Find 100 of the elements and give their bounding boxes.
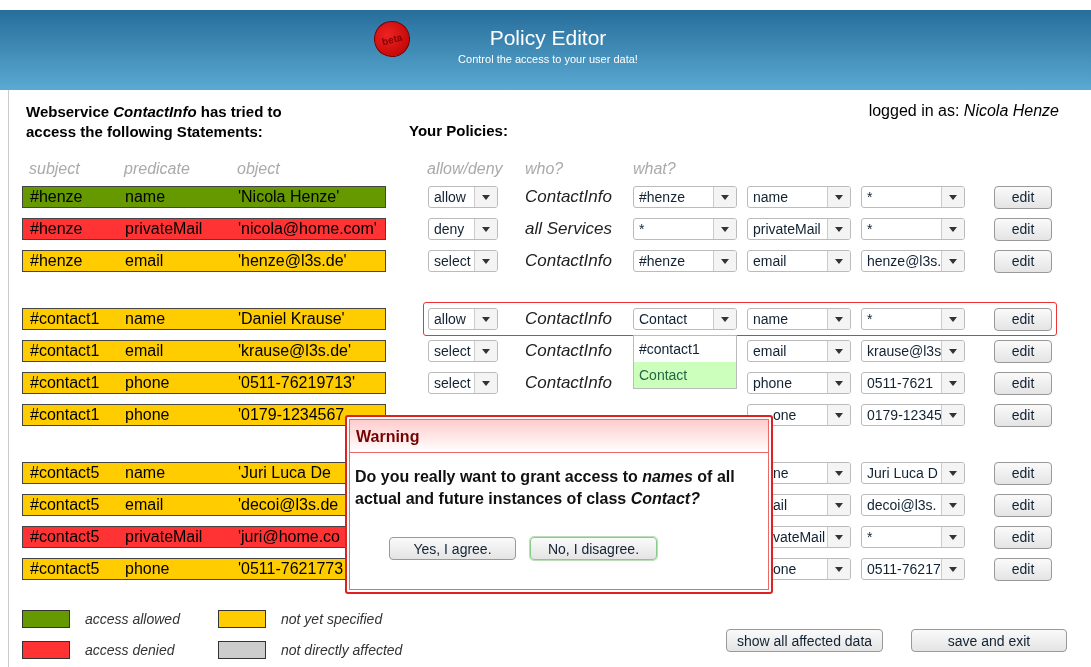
- legend-label: access denied: [85, 641, 175, 658]
- statement-object: 'Juri Luca De: [238, 464, 331, 482]
- dialog-button[interactable]: No, I disagree.: [530, 537, 657, 560]
- legend-label: not directly affected: [281, 641, 403, 658]
- statement-object: '0511-76219713': [238, 374, 356, 392]
- dropdown-option[interactable]: #contact1: [634, 336, 736, 362]
- edit-button[interactable]: edit: [994, 493, 1052, 517]
- object-dropdown[interactable]: *: [861, 186, 965, 208]
- dialog-button[interactable]: Yes, I agree.: [389, 537, 516, 560]
- edit-button[interactable]: edit: [994, 461, 1052, 485]
- caret-icon: [482, 226, 490, 232]
- caret-icon: [721, 258, 729, 264]
- legend-label: access allowed: [85, 610, 180, 627]
- edit-button[interactable]: edit: [994, 185, 1052, 209]
- object-dropdown[interactable]: henze@l3s.: [861, 250, 965, 272]
- dialog-title: Warning: [350, 420, 768, 453]
- object-dropdown[interactable]: *: [861, 218, 965, 240]
- permission-dropdown[interactable]: select: [428, 340, 498, 362]
- column-header: allow/deny: [427, 160, 504, 178]
- caret-icon: [949, 412, 957, 418]
- object-dropdown[interactable]: *: [861, 308, 965, 330]
- predicate-dropdown[interactable]: name: [747, 186, 851, 208]
- edit-button[interactable]: edit: [994, 371, 1052, 395]
- policies-heading: Your Policies:: [409, 122, 508, 141]
- statement-object: 'Nicola Henze': [238, 188, 340, 206]
- caret-icon: [949, 566, 957, 572]
- predicate-dropdown[interactable]: privateMail: [747, 218, 851, 240]
- statement-subject: #henze: [30, 252, 84, 270]
- dialog-message: Do you really want to grant access to names of all actual and future instances of class Contact?: [355, 467, 736, 509]
- caret-icon: [482, 380, 490, 386]
- statement-object: '0511-7621773: [238, 560, 344, 578]
- subject-dropdown[interactable]: #henze: [633, 250, 737, 272]
- permission-dropdown[interactable]: deny: [428, 218, 498, 240]
- permission-dropdown[interactable]: allow: [428, 186, 498, 208]
- service-name: ContactInfo: [525, 341, 613, 361]
- statement-object: 'henze@l3s.de': [238, 252, 347, 270]
- caret-icon: [949, 226, 957, 232]
- caret-icon: [835, 470, 843, 476]
- subject-dropdown[interactable]: *: [633, 218, 737, 240]
- edit-button[interactable]: edit: [994, 557, 1052, 581]
- caret-icon: [721, 226, 729, 232]
- edit-button[interactable]: edit: [994, 403, 1052, 427]
- caret-icon: [835, 412, 843, 418]
- statement-predicate: phone: [125, 374, 171, 392]
- statements-heading: Webservice ContactInfo has tried to access the following Statements:: [26, 102, 283, 142]
- statement-predicate: name: [125, 464, 167, 482]
- statement-subject: #contact1: [30, 310, 101, 328]
- object-dropdown[interactable]: krause@l3s: [861, 340, 965, 362]
- edit-button[interactable]: edit: [994, 307, 1052, 331]
- caret-icon: [721, 316, 729, 322]
- edit-button[interactable]: edit: [994, 339, 1052, 363]
- caret-icon: [482, 348, 490, 354]
- predicate-dropdown[interactable]: name: [747, 308, 851, 330]
- show-affected-button[interactable]: show all affected data: [726, 629, 883, 652]
- service-name: ContactInfo: [525, 187, 613, 207]
- statement-predicate: email: [125, 252, 165, 270]
- object-dropdown[interactable]: 0511-7621: [861, 372, 965, 394]
- object-dropdown[interactable]: 0511-76217: [861, 558, 965, 580]
- app-subtitle: Control the access to your user data!: [457, 53, 639, 65]
- dropdown-option[interactable]: Contact: [634, 362, 736, 388]
- statement-subject: #contact5: [30, 496, 101, 514]
- caret-icon: [949, 194, 957, 200]
- caret-icon: [721, 194, 729, 200]
- column-header: predicate: [124, 160, 191, 178]
- permission-dropdown[interactable]: select: [428, 372, 498, 394]
- subject-dropdown[interactable]: #henze: [633, 186, 737, 208]
- statement-object: '0179-1234567: [238, 406, 345, 424]
- object-dropdown[interactable]: decoi@l3s.: [861, 494, 965, 516]
- permission-dropdown[interactable]: select: [428, 250, 498, 272]
- service-name: ContactInfo: [525, 251, 613, 271]
- subject-dropdown[interactable]: Contact: [633, 308, 737, 330]
- predicate-dropdown[interactable]: phone: [747, 372, 851, 394]
- caret-icon: [949, 380, 957, 386]
- save-exit-button[interactable]: save and exit: [911, 629, 1067, 652]
- statement-object: 'krause@l3s.de': [238, 342, 352, 360]
- caret-icon: [949, 534, 957, 540]
- caret-icon: [835, 226, 843, 232]
- statement-predicate: privateMail: [125, 528, 204, 546]
- statement-object: 'Daniel Krause': [238, 310, 345, 328]
- logged-in-label: logged in as: Nicola Henze: [868, 102, 1059, 121]
- statement-subject: #henze: [30, 220, 84, 238]
- caret-icon: [835, 502, 843, 508]
- edit-button[interactable]: edit: [994, 525, 1052, 549]
- predicate-dropdown[interactable]: email: [747, 250, 851, 272]
- statement-predicate: email: [125, 496, 165, 514]
- edit-button[interactable]: edit: [994, 217, 1052, 241]
- caret-icon: [482, 316, 490, 322]
- object-dropdown[interactable]: *: [861, 526, 965, 548]
- statement-subject: #contact1: [30, 406, 101, 424]
- statement-predicate: name: [125, 188, 167, 206]
- predicate-dropdown[interactable]: email: [747, 340, 851, 362]
- object-dropdown[interactable]: Juri Luca D: [861, 462, 965, 484]
- statement-subject: #contact5: [30, 560, 101, 578]
- statement-subject: #contact5: [30, 464, 101, 482]
- statement-predicate: email: [125, 342, 165, 360]
- edit-button[interactable]: edit: [994, 249, 1052, 273]
- statement-object: 'nicola@home.com': [238, 220, 377, 238]
- permission-dropdown[interactable]: allow: [428, 308, 498, 330]
- object-dropdown[interactable]: 0179-12345: [861, 404, 965, 426]
- statement-subject: #contact1: [30, 342, 101, 360]
